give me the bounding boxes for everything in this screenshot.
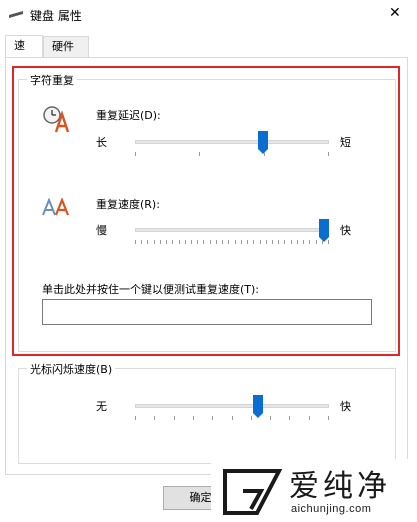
- slider-tick: [309, 416, 310, 420]
- keyboard-icon: [9, 11, 23, 18]
- cursor-blink-legend: 光标闪烁速度(B): [27, 361, 116, 377]
- watermark-brand: 爱纯净: [289, 469, 391, 504]
- slider-tick: [289, 416, 290, 420]
- slider-tick: [154, 416, 155, 420]
- cursor-blink-max-label: 快: [340, 400, 351, 413]
- tab-strip: 速度 硬件: [0, 35, 417, 72]
- slider-track: [135, 404, 329, 408]
- tab-hardware[interactable]: 硬件: [43, 36, 89, 57]
- cursor-blink-slider[interactable]: [135, 395, 329, 423]
- window-title: 键盘 属性: [30, 9, 82, 23]
- slider-ticks: [135, 416, 329, 421]
- slider-tick: [174, 416, 175, 420]
- slider-tick: [328, 416, 329, 420]
- slider-tick: [135, 416, 136, 420]
- slider-tick: [270, 416, 271, 420]
- slider-tick: [193, 416, 194, 420]
- slider-thumb[interactable]: [253, 395, 263, 418]
- title-bar: 键盘 属性 ✕: [0, 0, 417, 30]
- cursor-blink-min-label: 无: [96, 400, 107, 413]
- watermark-url: aichunjing.com: [291, 503, 372, 515]
- slider-tick: [212, 416, 213, 420]
- close-icon[interactable]: ✕: [389, 5, 401, 21]
- highlight-box: [12, 66, 400, 356]
- watermark: 爱纯净 aichunjing.com: [211, 459, 417, 522]
- slider-tick: [251, 416, 252, 420]
- slider-tick: [232, 416, 233, 420]
- watermark-logo-icon: [223, 469, 283, 515]
- tab-speed[interactable]: 速度: [5, 35, 43, 72]
